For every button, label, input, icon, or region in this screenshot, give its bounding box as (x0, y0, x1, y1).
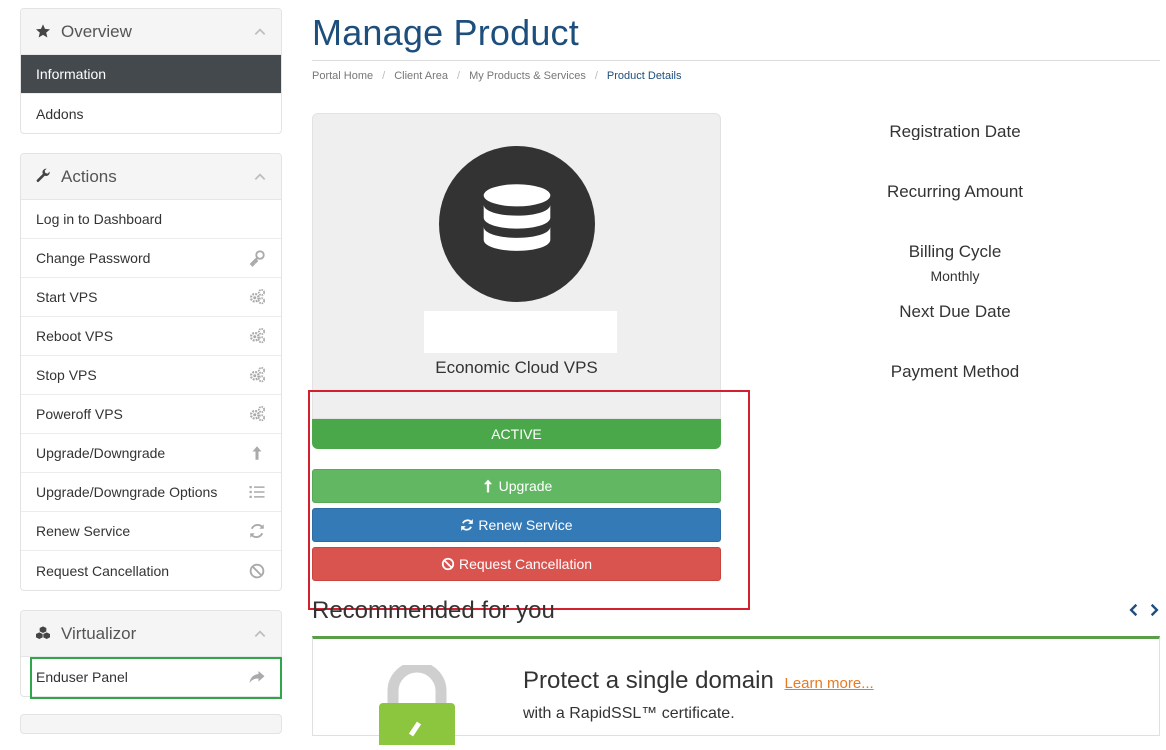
redacted-domain (424, 311, 617, 353)
chevron-up-icon[interactable] (253, 170, 267, 184)
sidebar-item-poweroff-vps[interactable]: Poweroff VPS (21, 395, 281, 434)
actions-panel-header[interactable]: Actions (21, 154, 281, 200)
sidebar-item-log-in-dashboard[interactable]: Log in to Dashboard (21, 200, 281, 239)
breadcrumb-separator: / (382, 70, 386, 82)
list-icon (248, 483, 266, 501)
detail-billing-cycle: Billing Cycle Monthly (855, 242, 1055, 284)
sidebar-item-request-cancellation[interactable]: Request Cancellation (21, 551, 281, 590)
breadcrumb-my-products[interactable]: My Products & Services (469, 70, 586, 82)
sidebar-item-label: Enduser Panel (36, 668, 128, 685)
virtualizor-panel-title: Virtualizor (61, 623, 137, 643)
cogs-icon (248, 366, 266, 384)
sidebar-item-upgrade-downgrade-options[interactable]: Upgrade/Downgrade Options (21, 473, 281, 512)
recommended-card: Protect a single domain Learn more... wi… (312, 636, 1160, 750)
sidebar-item-renew-service[interactable]: Renew Service (21, 512, 281, 551)
sidebar-item-stop-vps[interactable]: Stop VPS (21, 356, 281, 395)
upgrade-button-label: Upgrade (498, 478, 553, 494)
database-icon (439, 146, 595, 302)
detail-label: Recurring Amount (886, 182, 1024, 201)
recommended-card-heading: Protect a single domain (523, 667, 774, 694)
actions-panel-title: Actions (61, 166, 117, 186)
arrow-up-icon (248, 444, 266, 462)
detail-recurring-amount: Recurring Amount (855, 182, 1055, 202)
ban-icon (441, 557, 455, 571)
renew-service-button-label: Renew Service (478, 517, 573, 533)
refresh-icon (460, 518, 474, 532)
arrow-up-icon (481, 479, 495, 493)
sidebar-item-label: Request Cancellation (36, 562, 170, 579)
sidebar-item-label: Log in to Dashboard (36, 211, 163, 227)
chevron-left-icon[interactable] (1127, 602, 1141, 618)
cogs-icon (248, 405, 266, 423)
recommended-title: Recommended for you (312, 597, 555, 624)
recommended-card-subtitle: with a RapidSSL™ certificate. (523, 705, 735, 722)
share-icon (248, 668, 266, 686)
detail-label: Next Due Date (899, 302, 1011, 321)
detail-label: Registration Date (889, 122, 1021, 140)
sidebar-item-label: Reboot VPS (36, 328, 114, 344)
renew-service-button[interactable]: Renew Service (312, 508, 721, 542)
virtualizor-panel: Virtualizor Enduser Panel (20, 610, 282, 697)
sidebar-item-label: Renew Service (36, 523, 131, 539)
status-badge: ACTIVE (312, 419, 721, 449)
detail-registration-date: Registration Date (855, 122, 1055, 140)
sidebar-item-label: Addons (36, 105, 84, 122)
ban-icon (248, 562, 266, 580)
request-cancellation-button[interactable]: Request Cancellation (312, 547, 721, 581)
sidebar-item-label: Start VPS (36, 289, 98, 305)
sidebar-item-change-password[interactable]: Change Password (21, 239, 281, 278)
breadcrumb-product-details: Product Details (606, 70, 682, 82)
breadcrumb-separator: / (594, 70, 598, 82)
chevron-up-icon[interactable] (253, 627, 267, 641)
chevron-up-icon[interactable] (253, 25, 267, 39)
request-cancellation-button-label: Request Cancellation (458, 556, 593, 572)
refresh-icon (248, 522, 266, 540)
cubes-icon (35, 625, 53, 643)
sidebar-item-label: Information (36, 66, 107, 82)
overview-panel-header[interactable]: Overview (21, 9, 281, 55)
page-title: Manage Product (312, 12, 579, 53)
detail-payment-method: Payment Method (855, 362, 1055, 382)
sidebar-item-start-vps[interactable]: Start VPS (21, 278, 281, 317)
padlock-icon (377, 661, 457, 750)
breadcrumb-portal-home[interactable]: Portal Home (312, 70, 373, 82)
upgrade-button[interactable]: Upgrade (312, 469, 721, 503)
overview-panel: Overview Information Addons (20, 8, 282, 134)
learn-more-link[interactable]: Learn more... (784, 675, 873, 692)
actions-panel: Actions Log in to Dashboard Change Passw… (20, 153, 282, 591)
detail-label: Payment Method (890, 362, 1020, 381)
sidebar-item-label: Poweroff VPS (36, 406, 123, 422)
recommended-nav (1127, 602, 1161, 618)
cogs-icon (248, 327, 266, 345)
sidebar-item-upgrade-downgrade[interactable]: Upgrade/Downgrade (21, 434, 281, 473)
star-icon (35, 23, 53, 41)
detail-next-due-date: Next Due Date (855, 302, 1055, 322)
sidebar-item-addons[interactable]: Addons (21, 94, 281, 133)
overview-panel-title: Overview (61, 21, 132, 41)
cogs-icon (248, 288, 266, 306)
next-panel-header (20, 714, 282, 734)
sidebar-item-label: Upgrade/Downgrade (36, 445, 166, 461)
sidebar-item-label: Stop VPS (36, 367, 97, 383)
sidebar-item-enduser-panel[interactable]: Enduser Panel (21, 657, 281, 696)
detail-label: Billing Cycle (908, 242, 1002, 261)
product-card: Economic Cloud VPS (312, 113, 721, 419)
recommended-card-title: Protect a single domain Learn more... (523, 667, 874, 695)
detail-value: Monthly (930, 268, 980, 284)
sidebar-item-information[interactable]: Information (21, 55, 281, 94)
breadcrumb-client-area[interactable]: Client Area (394, 70, 448, 82)
chevron-right-icon[interactable] (1147, 602, 1161, 618)
wrench-icon (35, 168, 53, 186)
title-divider (312, 60, 1160, 61)
breadcrumb: Portal Home / Client Area / My Products … (312, 70, 682, 82)
key-icon (248, 249, 266, 267)
sidebar-item-label: Change Password (36, 250, 151, 266)
breadcrumb-separator: / (457, 70, 461, 82)
sidebar-item-reboot-vps[interactable]: Reboot VPS (21, 317, 281, 356)
sidebar-item-label: Upgrade/Downgrade Options (36, 484, 218, 500)
virtualizor-panel-header[interactable]: Virtualizor (21, 611, 281, 657)
product-name: Economic Cloud VPS (435, 358, 598, 377)
